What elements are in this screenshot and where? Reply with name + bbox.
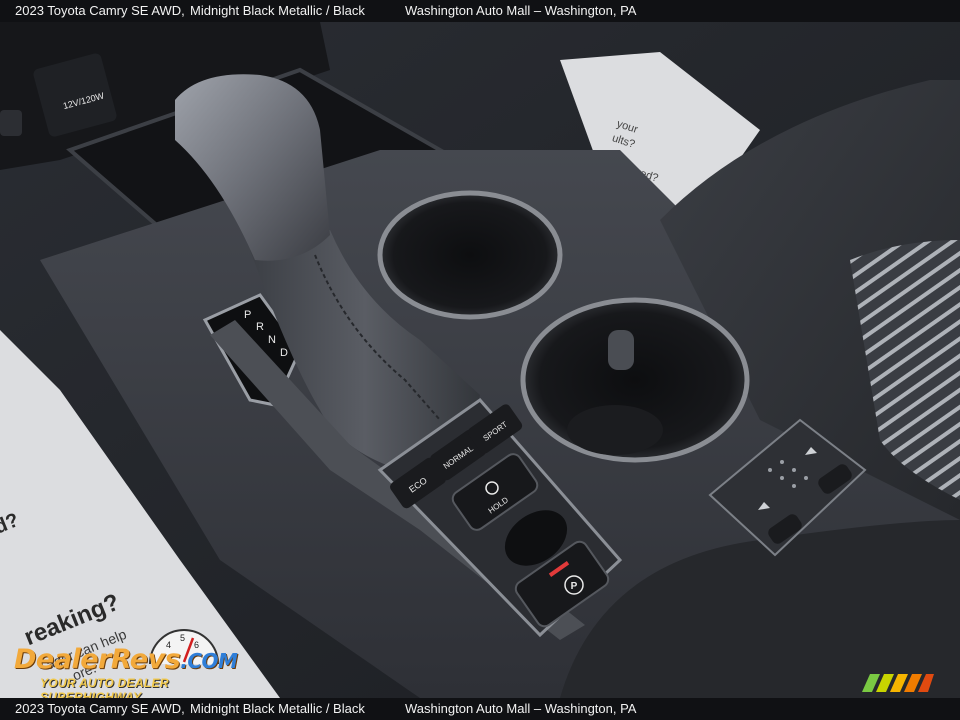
dealerrevs-watermark: 4 5 6 DealerRevs.COM YOUR AUTO DEALER SU… bbox=[12, 626, 272, 704]
gear-n: N bbox=[268, 334, 276, 346]
gauge-number-5: 5 bbox=[180, 633, 185, 643]
dealer-location: Washington Auto Mall – Washington, PA bbox=[405, 3, 637, 18]
console-photo: ged? reaking? ager can help ore. CK your… bbox=[0, 22, 960, 698]
brand-name: DealerRevs.COM bbox=[14, 644, 238, 675]
caption-bar-bottom: 2023 Toyota Camry SE AWD, Midnight Black… bbox=[0, 698, 960, 720]
caption-bar-top: 2023 Toyota Camry SE AWD, Midnight Black… bbox=[0, 0, 960, 22]
brand-main: DealerRevs bbox=[14, 644, 181, 675]
parking-brake-letter: P bbox=[571, 581, 578, 592]
usb-port bbox=[0, 110, 22, 136]
brand-stripes-icon bbox=[862, 674, 934, 692]
vehicle-title-bottom: 2023 Toyota Camry SE AWD, bbox=[15, 701, 185, 716]
vehicle-color-bottom: Midnight Black Metallic / Black bbox=[190, 701, 365, 716]
gear-r: R bbox=[256, 321, 264, 333]
cup-holder-base bbox=[567, 405, 663, 455]
vehicle-color: Midnight Black Metallic / Black bbox=[190, 3, 365, 18]
dealer-location-bottom: Washington Auto Mall – Washington, PA bbox=[405, 701, 637, 716]
brand-tld: .COM bbox=[180, 649, 238, 673]
cup-holder-rear[interactable] bbox=[377, 190, 563, 320]
cup-holder-tab bbox=[608, 330, 634, 370]
gear-p: P bbox=[244, 309, 251, 321]
vehicle-title: 2023 Toyota Camry SE AWD, bbox=[15, 3, 185, 18]
gear-d: D bbox=[280, 347, 288, 359]
